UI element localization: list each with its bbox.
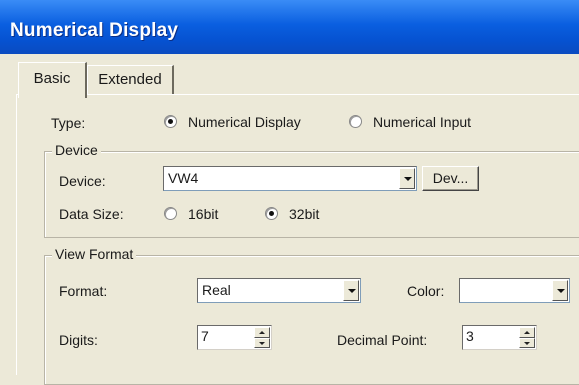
device-combobox[interactable]: VW4 — [163, 166, 417, 191]
chevron-down-icon[interactable] — [343, 280, 359, 301]
decimal-point-spin-buttons — [519, 327, 535, 348]
decimal-point-value: 3 — [466, 328, 474, 344]
format-combobox[interactable]: Real — [197, 278, 361, 303]
data-size-32bit-label[interactable]: 32bit — [289, 206, 319, 222]
title-bar: Numerical Display — [0, 0, 579, 54]
color-picker-combobox[interactable] — [459, 278, 570, 303]
type-numerical-display-label[interactable]: Numerical Display — [188, 114, 301, 130]
basic-tab-panel: Type: Numerical Display Numerical Input … — [16, 94, 579, 385]
data-size-16bit-label[interactable]: 16bit — [188, 206, 218, 222]
view-format-group-title: View Format — [52, 246, 137, 262]
spin-down-icon[interactable] — [254, 337, 270, 348]
digits-label: Digits: — [59, 332, 98, 348]
color-label: Color: — [407, 283, 445, 299]
data-size-32bit-radio[interactable] — [265, 207, 278, 220]
digits-spin-buttons — [254, 327, 270, 348]
chevron-down-icon[interactable] — [552, 280, 568, 301]
decimal-point-label: Decimal Point: — [337, 332, 428, 348]
dialog-client: Basic Extended Type: Numerical Display N… — [0, 54, 579, 385]
tab-extended[interactable]: Extended — [87, 65, 174, 95]
tab-basic[interactable]: Basic — [18, 62, 87, 98]
device-value: VW4 — [168, 170, 199, 186]
spin-up-icon[interactable] — [519, 327, 535, 338]
view-format-group — [44, 255, 579, 385]
digits-spinbox[interactable]: 7 — [197, 325, 272, 350]
window-title: Numerical Display — [10, 20, 179, 41]
digits-value: 7 — [201, 328, 209, 344]
device-label: Device: — [59, 173, 106, 189]
type-numerical-display-radio[interactable] — [164, 115, 177, 128]
type-numerical-input-radio[interactable] — [349, 115, 362, 128]
dev-button[interactable]: Dev... — [422, 166, 479, 191]
type-numerical-input-label[interactable]: Numerical Input — [373, 114, 471, 130]
device-group-title: Device — [52, 142, 101, 158]
decimal-point-spinbox[interactable]: 3 — [462, 325, 537, 350]
format-value: Real — [202, 282, 231, 298]
spin-up-icon[interactable] — [254, 327, 270, 338]
color-swatch — [462, 281, 550, 300]
spin-down-icon[interactable] — [519, 337, 535, 348]
format-label: Format: — [59, 283, 108, 299]
data-size-label: Data Size: — [59, 206, 124, 222]
type-label: Type: — [51, 115, 86, 131]
data-size-16bit-radio[interactable] — [164, 207, 177, 220]
device-group — [44, 151, 579, 238]
chevron-down-icon[interactable] — [399, 168, 415, 189]
